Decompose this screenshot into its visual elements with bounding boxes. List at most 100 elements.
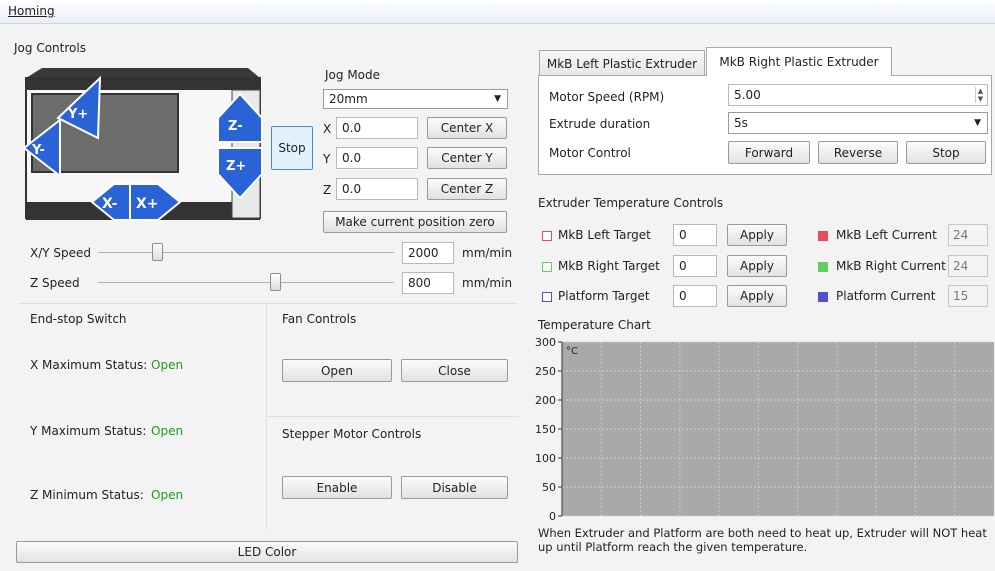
chart-tick-label: 300 — [535, 336, 556, 349]
chart-tick-label: 100 — [535, 452, 556, 465]
stop-jog-button[interactable]: Stop — [271, 126, 313, 170]
extruder-stop-button[interactable]: Stop — [906, 141, 986, 164]
chart-tick-label: 50 — [542, 481, 556, 494]
left-apply-button[interactable]: Apply — [727, 224, 787, 246]
left-current-label: MkB Left Current — [836, 228, 937, 242]
jog-mode-select[interactable]: 20mm ▼ — [323, 89, 508, 109]
fan-controls-title: Fan Controls — [282, 312, 357, 326]
platform-target-checkbox[interactable] — [542, 292, 552, 302]
z-speed-track — [98, 282, 394, 283]
right-target-input[interactable]: 0 — [673, 255, 717, 277]
xy-speed-track — [98, 252, 394, 253]
z-speed-input[interactable]: 800 — [402, 272, 454, 294]
tab-right-extruder[interactable]: MkB Right Plastic Extruder — [706, 47, 892, 76]
platform-target-label: Platform Target — [558, 289, 650, 303]
left-target-label: MkB Left Target — [558, 228, 651, 242]
z-speed-slider[interactable] — [270, 273, 282, 291]
temperature-controls-title: Extruder Temperature Controls — [538, 196, 724, 210]
z-min-status-label: Z Minimum Status: — [30, 488, 144, 502]
left-target-input[interactable]: 0 — [673, 224, 717, 246]
xy-speed-slider[interactable] — [151, 243, 163, 261]
y-max-status-label: Y Maximum Status: — [30, 424, 147, 438]
y-plus-arrow[interactable]: Y+ — [50, 68, 110, 148]
stepper-disable-button[interactable]: Disable — [401, 476, 508, 499]
x-position-input[interactable]: 0.0 — [336, 117, 418, 139]
z-minus-label: Z- — [228, 119, 243, 134]
make-position-zero-button[interactable]: Make current position zero — [323, 211, 507, 233]
chart-tick-label: 200 — [535, 394, 556, 407]
z-minus-arrow[interactable]: Z- — [216, 92, 264, 144]
divider — [18, 303, 518, 304]
z-position-input[interactable]: 0.0 — [336, 178, 418, 200]
x-max-status-value: Open — [151, 358, 184, 372]
x-plus-label: X+ — [136, 196, 159, 212]
center-z-button[interactable]: Center Z — [427, 178, 507, 200]
y-position-input[interactable]: 0.0 — [336, 147, 418, 169]
stepper-enable-button[interactable]: Enable — [282, 476, 392, 499]
right-current-swatch — [818, 262, 828, 272]
tab-left-extruder[interactable]: MkB Left Plastic Extruder — [539, 50, 705, 76]
motor-speed-label: Motor Speed (RPM) — [549, 90, 665, 104]
divider — [267, 416, 519, 417]
z-speed-unit: mm/min — [462, 276, 513, 290]
xy-speed-unit: mm/min — [462, 246, 513, 260]
platform-target-input[interactable]: 0 — [673, 285, 717, 307]
temperature-chart-title: Temperature Chart — [538, 318, 651, 332]
spinner-icon[interactable]: ▲ ▼ — [975, 87, 985, 103]
center-y-button[interactable]: Center Y — [427, 147, 507, 169]
reverse-button[interactable]: Reverse — [818, 141, 898, 164]
z-plus-label: Z+ — [226, 159, 246, 174]
y-axis-label: Y — [323, 152, 331, 166]
left-current-swatch — [818, 231, 828, 241]
y-minus-label: Y- — [31, 143, 45, 158]
temperature-chart: 0 50 100 150 200 250 300 °C — [535, 336, 994, 520]
extrude-duration-value: 5s — [734, 116, 748, 130]
platform-apply-button[interactable]: Apply — [727, 285, 787, 307]
xy-speed-input[interactable]: 2000 — [402, 242, 454, 264]
fan-open-button[interactable]: Open — [282, 359, 392, 382]
extrude-duration-select[interactable]: 5s ▼ — [728, 112, 988, 134]
jog-controls-title: Jog Controls — [14, 41, 86, 55]
right-target-label: MkB Right Target — [558, 259, 660, 273]
right-apply-button[interactable]: Apply — [727, 255, 787, 277]
chart-tick-label: 150 — [535, 423, 556, 436]
y-plus-label: Y+ — [67, 107, 88, 122]
x-minus-label: X- — [102, 196, 118, 212]
x-axis-label: X — [323, 122, 332, 136]
chart-unit-label: °C — [566, 346, 578, 357]
stepper-controls-title: Stepper Motor Controls — [282, 427, 422, 441]
platform-current-label: Platform Current — [836, 289, 936, 303]
menu-homing[interactable]: Homing — [8, 4, 55, 18]
led-color-button[interactable]: LED Color — [16, 541, 518, 563]
extrude-duration-label: Extrude duration — [549, 117, 651, 131]
chart-tick-label: 250 — [535, 365, 556, 378]
z-plus-arrow[interactable]: Z+ — [216, 146, 264, 200]
platform-current-swatch — [818, 292, 828, 302]
motor-speed-value: 5.00 — [734, 88, 761, 102]
motor-control-label: Motor Control — [549, 146, 631, 160]
xy-speed-label: X/Y Speed — [30, 246, 92, 260]
x-max-status-label: X Maximum Status: — [30, 358, 148, 372]
right-target-checkbox[interactable] — [542, 262, 552, 272]
x-plus-arrow[interactable]: X+ — [128, 182, 182, 222]
chevron-down-icon: ▼ — [494, 94, 501, 104]
right-current-value: 24 — [948, 255, 988, 277]
jog-mode-label: Jog Mode — [325, 68, 381, 82]
z-axis-label: Z — [323, 183, 332, 197]
fan-close-button[interactable]: Close — [401, 359, 508, 382]
menu-bar: Homing — [0, 0, 995, 24]
motor-speed-input[interactable]: 5.00 ▲ ▼ — [728, 84, 988, 106]
left-target-checkbox[interactable] — [542, 231, 552, 241]
z-speed-label: Z Speed — [30, 276, 80, 290]
chart-tick-label: 0 — [549, 510, 556, 520]
y-max-status-value: Open — [151, 424, 184, 438]
heating-note: When Extruder and Platform are both need… — [538, 526, 987, 554]
center-x-button[interactable]: Center X — [427, 117, 507, 139]
forward-button[interactable]: Forward — [728, 141, 810, 164]
endstop-title: End-stop Switch — [30, 312, 127, 326]
jog-mode-value: 20mm — [329, 92, 368, 106]
platform-current-value: 15 — [948, 285, 988, 307]
z-min-status-value: Open — [151, 488, 184, 502]
chevron-down-icon: ▼ — [974, 118, 981, 128]
left-current-value: 24 — [948, 224, 988, 246]
